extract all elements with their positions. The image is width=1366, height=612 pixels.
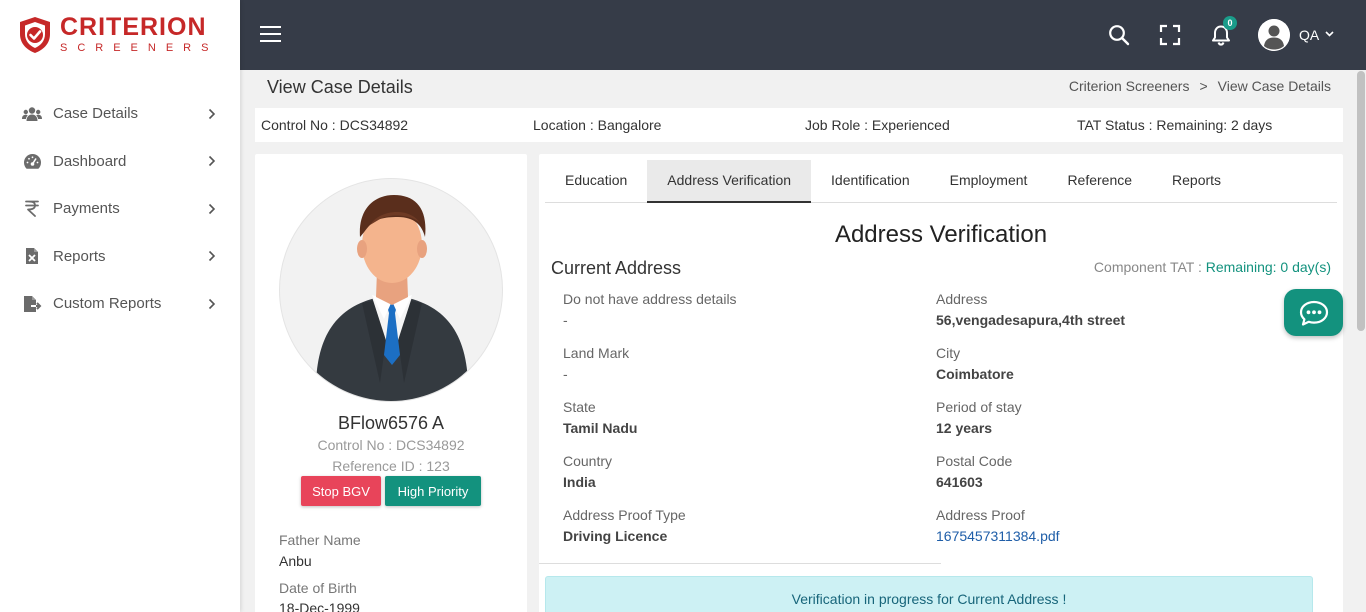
candidate-name: BFlow6576 A bbox=[337, 413, 445, 433]
breadcrumb-current: View Case Details bbox=[1217, 78, 1331, 94]
tab-reports[interactable]: Reports bbox=[1152, 160, 1241, 203]
proof-type-value: Driving Licence bbox=[563, 528, 668, 544]
sidebar-item-case-details[interactable]: Case Details bbox=[0, 90, 240, 138]
state-label: State bbox=[563, 399, 596, 415]
proof-type-label: Address Proof Type bbox=[563, 507, 686, 523]
chevron-right-icon bbox=[208, 203, 216, 214]
breadcrumb-separator: > bbox=[1199, 78, 1208, 94]
chat-button[interactable] bbox=[1284, 289, 1343, 336]
fullscreen-icon[interactable] bbox=[1159, 24, 1181, 46]
sidebar-item-payments[interactable]: Payments bbox=[0, 185, 240, 233]
period-value: 12 years bbox=[936, 420, 993, 436]
tab-employment[interactable]: Employment bbox=[930, 160, 1048, 203]
postal-code-value: 641603 bbox=[936, 474, 983, 490]
rupee-icon bbox=[22, 200, 42, 218]
businessman-avatar-icon bbox=[316, 195, 468, 401]
component-tabs: Education Address Verification Identific… bbox=[545, 160, 1337, 203]
candidate-control-number: Control No : DCS34892 bbox=[317, 437, 465, 453]
users-icon bbox=[22, 105, 42, 123]
tachometer-icon bbox=[22, 152, 42, 170]
user-name[interactable]: QA bbox=[1299, 27, 1319, 43]
stop-bgv-button[interactable]: Stop BGV bbox=[301, 476, 381, 506]
address-proof-label: Address Proof bbox=[936, 507, 1025, 523]
breadcrumb-home[interactable]: Criterion Screeners bbox=[1069, 78, 1190, 94]
file-excel-icon bbox=[22, 247, 42, 265]
landmark-label: Land Mark bbox=[563, 345, 630, 361]
sidebar-item-reports[interactable]: Reports bbox=[0, 233, 240, 281]
period-label: Period of stay bbox=[936, 399, 1022, 415]
chevron-right-icon bbox=[208, 251, 216, 262]
sidebar-item-label: Reports bbox=[53, 247, 106, 265]
sidebar-item-dashboard[interactable]: Dashboard bbox=[0, 138, 240, 186]
father-name-value: Anbu bbox=[279, 553, 312, 569]
sidebar-item-label: Payments bbox=[53, 200, 120, 218]
chevron-right-icon bbox=[208, 156, 216, 167]
city-value: Coimbatore bbox=[936, 366, 1014, 382]
postal-code-label: Postal Code bbox=[936, 453, 1013, 469]
dob-label: Date of Birth bbox=[279, 580, 357, 596]
country-label: Country bbox=[563, 453, 613, 469]
sidebar-item-label: Case Details bbox=[53, 105, 139, 123]
control-number: Control No : DCS34892 bbox=[261, 117, 409, 133]
notification-badge: 0 bbox=[1223, 16, 1237, 30]
sidebar-item-label: Dashboard bbox=[53, 152, 127, 170]
component-tat-value: Remaining: 0 day(s) bbox=[1205, 259, 1331, 275]
address-proof-link[interactable]: 1675457311384.pdf bbox=[936, 528, 1060, 544]
top-navbar: 0 QA bbox=[240, 0, 1366, 70]
country-value: India bbox=[563, 474, 596, 490]
address-value: 56,vengadesapura,4th street bbox=[936, 312, 1126, 328]
file-export-icon bbox=[22, 295, 42, 313]
case-info-bar: Control No : DCS34892 Location : Bangalo… bbox=[255, 108, 1343, 142]
high-priority-button[interactable]: High Priority bbox=[385, 476, 481, 506]
no-address-label: Do not have address details bbox=[563, 291, 737, 307]
candidate-reference-id: Reference ID : 123 bbox=[332, 458, 450, 474]
sidebar: CRITERION SCREENERS Case Details Dashboa… bbox=[0, 0, 240, 612]
sidebar-item-custom-reports[interactable]: Custom Reports bbox=[0, 280, 240, 328]
sidebar-item-label: Custom Reports bbox=[53, 295, 162, 313]
component-tat: Component TAT : Remaining: 0 day(s) bbox=[1094, 259, 1331, 275]
search-icon[interactable] bbox=[1108, 24, 1130, 46]
divider bbox=[539, 563, 941, 564]
location: Location : Bangalore bbox=[533, 117, 662, 133]
tab-address-verification[interactable]: Address Verification bbox=[647, 160, 812, 203]
father-name-label: Father Name bbox=[279, 532, 361, 548]
landmark-value: - bbox=[563, 366, 568, 382]
user-avatar[interactable] bbox=[1258, 19, 1290, 51]
chevron-right-icon bbox=[208, 108, 216, 119]
page-title: View Case Details bbox=[267, 77, 413, 97]
profile-card: BFlow6576 A Control No : DCS34892 Refere… bbox=[255, 154, 527, 612]
chevron-down-icon[interactable] bbox=[1325, 31, 1334, 37]
menu-toggle-icon[interactable] bbox=[260, 26, 281, 42]
address-label: Address bbox=[936, 291, 988, 307]
profile-photo bbox=[279, 178, 503, 402]
chat-bubble-icon bbox=[1299, 300, 1328, 326]
brand-tagline: SCREENERS bbox=[60, 42, 219, 54]
user-icon bbox=[1258, 19, 1290, 51]
component-tat-label: Component TAT : bbox=[1093, 259, 1202, 275]
state-value: Tamil Nadu bbox=[563, 420, 638, 436]
dob-value: 18-Dec-1999 bbox=[279, 600, 360, 612]
verification-status-alert: Verification in progress for Current Add… bbox=[545, 576, 1313, 612]
city-label: City bbox=[936, 345, 961, 361]
tab-education[interactable]: Education bbox=[545, 160, 647, 203]
job-role: Job Role : Experienced bbox=[805, 117, 950, 133]
verification-panel: Education Address Verification Identific… bbox=[539, 154, 1343, 612]
sidebar-nav: Case Details Dashboard Payments Reports bbox=[0, 90, 240, 328]
section-heading: Address Verification bbox=[834, 221, 1048, 248]
shield-check-icon bbox=[20, 17, 50, 53]
brand-name: CRITERION bbox=[60, 13, 207, 41]
brand-logo[interactable]: CRITERION SCREENERS bbox=[18, 15, 218, 55]
page-scrollbar-thumb[interactable] bbox=[1357, 71, 1365, 331]
tat-status: TAT Status : Remaining: 2 days bbox=[1077, 117, 1273, 133]
tab-identification[interactable]: Identification bbox=[811, 160, 930, 203]
tab-reference[interactable]: Reference bbox=[1047, 160, 1152, 203]
chevron-right-icon bbox=[208, 298, 216, 309]
no-address-value: - bbox=[563, 312, 568, 328]
breadcrumb: Criterion Screeners > View Case Details bbox=[1069, 78, 1331, 94]
current-address-title: Current Address bbox=[551, 258, 682, 278]
